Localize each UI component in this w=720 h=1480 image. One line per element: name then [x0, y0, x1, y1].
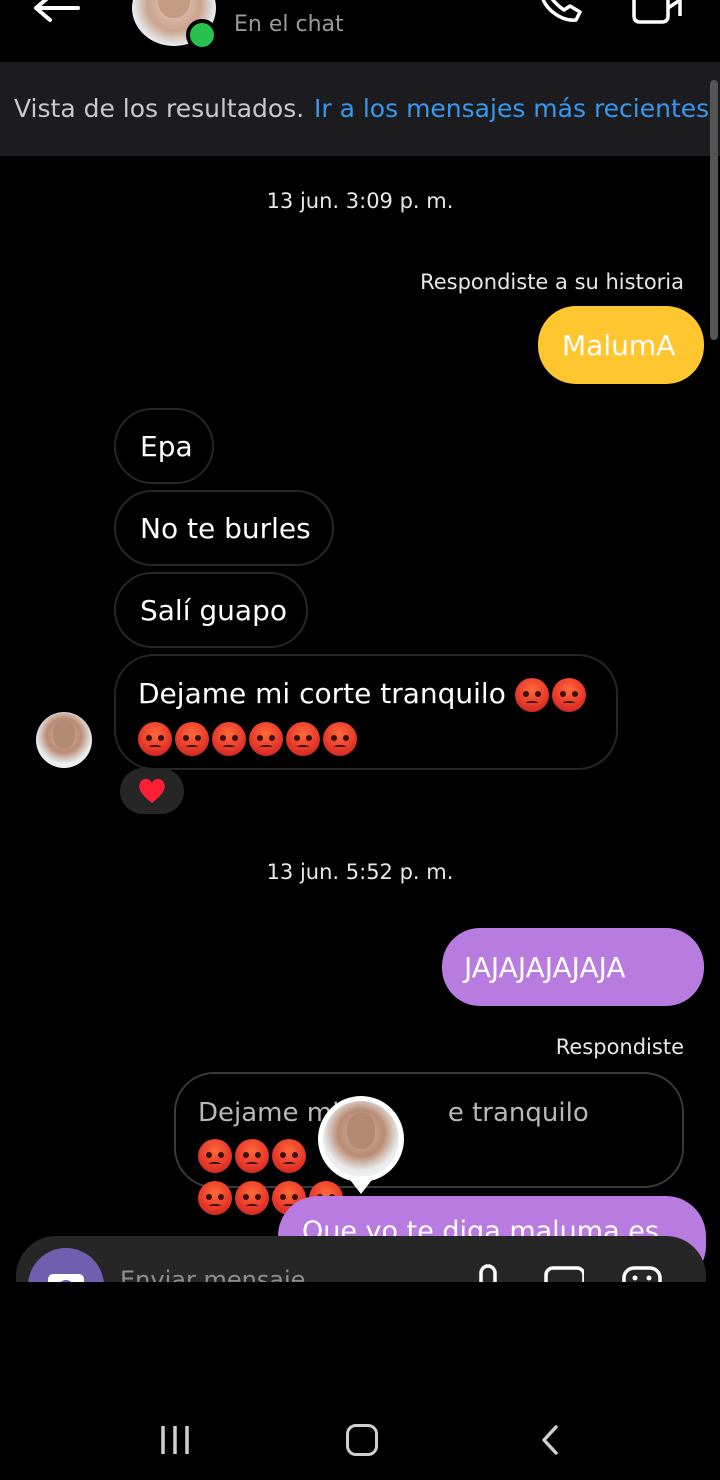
angry-face-emojis	[514, 678, 586, 712]
seen-by-pin-tail	[347, 1176, 375, 1194]
message-timestamp: 13 jun. 5:52 p. m.	[266, 860, 454, 884]
received-message[interactable]: No te burles	[114, 490, 334, 566]
preview-text-start: Dejame mi	[198, 1098, 340, 1128]
angry-face-icon	[138, 722, 172, 756]
results-view-label: Vista de los resultados.	[14, 94, 305, 123]
angry-face-icon	[286, 722, 320, 756]
message-text: Dejame mi corte tranquilo	[138, 677, 506, 710]
message-composer: Enviar mensaje...	[16, 1236, 706, 1282]
go-to-recent-messages-link[interactable]: Ir a los mensajes más recientes	[314, 94, 709, 123]
angry-face-icon	[235, 1138, 269, 1173]
sent-message[interactable]: MalumA	[538, 306, 704, 384]
angry-face-emojis	[198, 1138, 306, 1173]
sent-message[interactable]: JAJAJAJAJAJA	[442, 928, 704, 1006]
replied-message-preview[interactable]: Dejame mi e tranquilo	[174, 1072, 684, 1215]
contact-status: En el chat	[234, 12, 344, 37]
recent-apps-icon[interactable]	[158, 1424, 192, 1456]
back-arrow-icon[interactable]	[28, 0, 84, 34]
gallery-icon[interactable]	[544, 1260, 586, 1282]
angry-face-icon	[514, 678, 549, 712]
received-message[interactable]: Epa	[114, 408, 214, 484]
preview-text-end: e tranquilo	[447, 1098, 589, 1128]
received-message[interactable]: Dejame mi corte tranquilo	[114, 654, 618, 770]
chat-header: En el chat	[0, 0, 720, 62]
story-reply-label: Respondiste a su historia	[420, 270, 684, 294]
angry-face-icon	[323, 722, 357, 756]
angry-face-icon	[212, 722, 246, 756]
home-icon[interactable]	[346, 1424, 378, 1456]
seen-by-avatar	[318, 1096, 404, 1182]
angry-face-icon	[272, 1138, 306, 1173]
angry-face-icon	[551, 678, 586, 712]
received-message[interactable]: Salí guapo	[114, 572, 308, 648]
message-text: Epa	[140, 429, 193, 463]
sender-avatar[interactable]	[36, 712, 92, 768]
camera-icon	[48, 1274, 84, 1282]
microphone-icon[interactable]	[468, 1260, 508, 1282]
angry-face-emojis	[138, 722, 357, 756]
angry-face-icon	[198, 1180, 232, 1215]
phone-icon[interactable]	[536, 0, 588, 32]
angry-face-icon	[249, 722, 283, 756]
video-camera-icon[interactable]	[628, 0, 686, 30]
angry-face-icon	[175, 722, 209, 756]
message-text: No te burles	[140, 511, 311, 545]
nav-back-icon[interactable]	[536, 1424, 564, 1456]
heart-reaction[interactable]	[120, 768, 184, 814]
camera-button[interactable]	[28, 1248, 104, 1282]
online-status-dot	[186, 19, 218, 51]
message-text: JAJAJAJAJAJA	[464, 950, 626, 984]
message-input[interactable]: Enviar mensaje...	[120, 1266, 328, 1282]
message-text: MalumA	[562, 328, 676, 362]
angry-face-icon	[198, 1138, 232, 1173]
search-results-banner: Vista de los resultados. Ir a los mensaj…	[0, 62, 720, 156]
sticker-icon[interactable]	[622, 1260, 662, 1282]
heart-icon	[139, 778, 165, 803]
angry-face-icon	[235, 1180, 269, 1215]
message-text: Salí guapo	[140, 593, 287, 627]
message-timestamp: 13 jun. 3:09 p. m.	[266, 189, 454, 213]
reply-label: Respondiste	[555, 1035, 684, 1059]
